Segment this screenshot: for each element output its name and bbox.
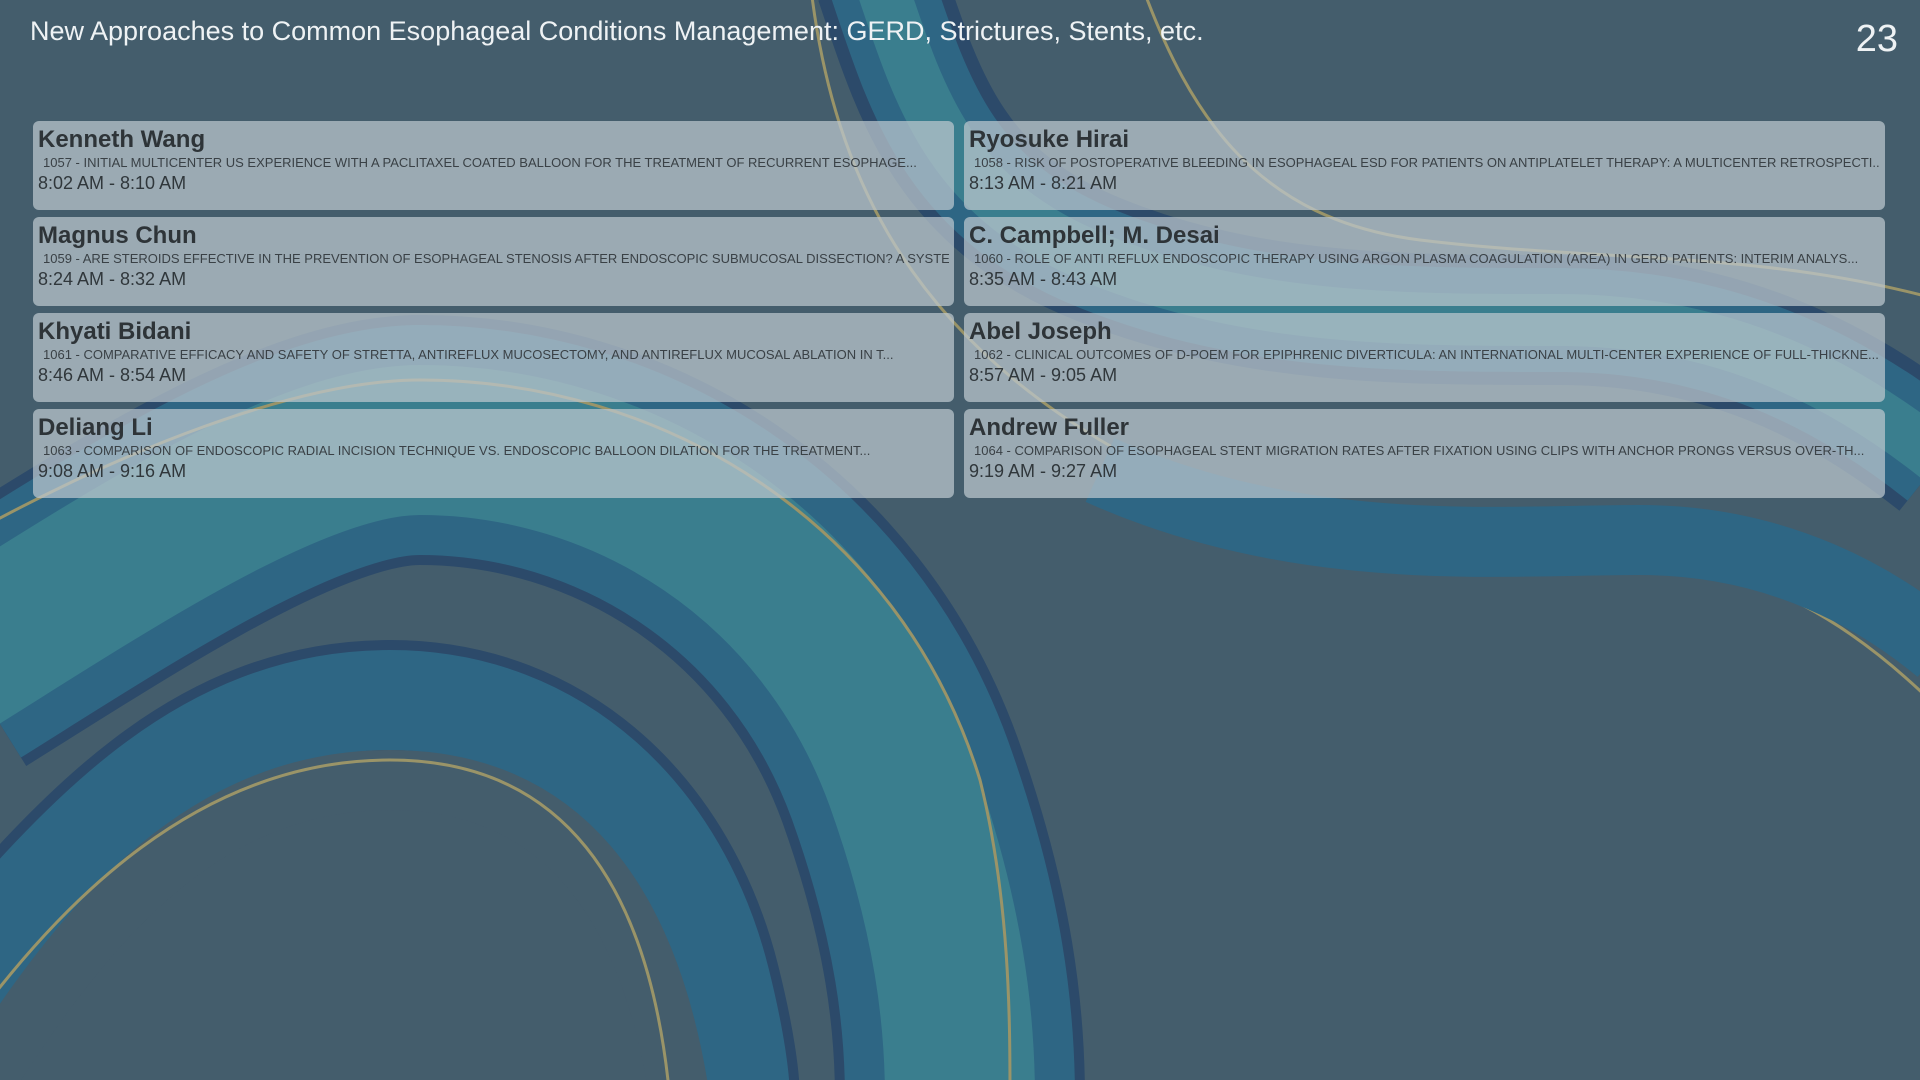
time-slot: 8:35 AM - 8:43 AM bbox=[969, 269, 1118, 289]
time-slot: 8:02 AM - 8:10 AM bbox=[38, 173, 187, 193]
presentation-card[interactable]: Andrew Fuller 1064 - COMPARISON OF ESOPH… bbox=[964, 409, 1885, 498]
abstract-title: 1063 - COMPARISON OF ENDOSCOPIC RADIAL I… bbox=[43, 443, 871, 458]
presentation-grid: Kenneth Wang 1057 - INITIAL MULTICENTER … bbox=[33, 121, 1885, 498]
presentation-card[interactable]: C. Campbell; M. Desai 1060 - ROLE OF ANT… bbox=[964, 217, 1885, 306]
time-slot: 8:57 AM - 9:05 AM bbox=[969, 365, 1118, 385]
abstract-title: 1057 - INITIAL MULTICENTER US EXPERIENCE… bbox=[43, 155, 917, 170]
abstract-title: 1059 - ARE STEROIDS EFFECTIVE IN THE PRE… bbox=[43, 251, 949, 266]
abstract-title: 1062 - CLINICAL OUTCOMES OF D-POEM FOR E… bbox=[974, 347, 1879, 362]
presentation-card[interactable]: Abel Joseph 1062 - CLINICAL OUTCOMES OF … bbox=[964, 313, 1885, 402]
presenter-name: Ryosuke Hirai bbox=[969, 126, 1130, 153]
abstract-title: 1061 - COMPARATIVE EFFICACY AND SAFETY O… bbox=[43, 347, 894, 362]
presentation-card[interactable]: Magnus Chun 1059 - ARE STEROIDS EFFECTIV… bbox=[33, 217, 954, 306]
presenter-name: Andrew Fuller bbox=[969, 414, 1130, 441]
time-slot: 8:13 AM - 8:21 AM bbox=[969, 173, 1118, 193]
abstract-title: 1060 - ROLE OF ANTI REFLUX ENDOSCOPIC TH… bbox=[974, 251, 1859, 266]
abstract-title: 1064 - COMPARISON OF ESOPHAGEAL STENT MI… bbox=[974, 443, 1865, 458]
presenter-name: C. Campbell; M. Desai bbox=[969, 222, 1220, 249]
presentation-card[interactable]: Ryosuke Hirai 1058 - RISK OF POSTOPERATI… bbox=[964, 121, 1885, 210]
presenter-name: Magnus Chun bbox=[38, 222, 197, 249]
presenter-name: Kenneth Wang bbox=[38, 126, 206, 153]
abstract-title: 1058 - RISK OF POSTOPERATIVE BLEEDING IN… bbox=[974, 155, 1880, 170]
presentation-card[interactable]: Deliang Li 1063 - COMPARISON OF ENDOSCOP… bbox=[33, 409, 954, 498]
time-slot: 8:46 AM - 8:54 AM bbox=[38, 365, 187, 385]
page-title: New Approaches to Common Esophageal Cond… bbox=[30, 16, 1204, 46]
presentation-card[interactable]: Kenneth Wang 1057 - INITIAL MULTICENTER … bbox=[33, 121, 954, 210]
presenter-name: Deliang Li bbox=[38, 414, 153, 441]
slide-number: 23 bbox=[1855, 18, 1898, 60]
time-slot: 9:19 AM - 9:27 AM bbox=[969, 461, 1118, 481]
presenter-name: Abel Joseph bbox=[969, 318, 1112, 345]
presenter-name: Khyati Bidani bbox=[38, 318, 192, 345]
time-slot: 9:08 AM - 9:16 AM bbox=[38, 461, 187, 481]
presentation-card[interactable]: Khyati Bidani 1061 - COMPARATIVE EFFICAC… bbox=[33, 313, 954, 402]
time-slot: 8:24 AM - 8:32 AM bbox=[38, 269, 187, 289]
